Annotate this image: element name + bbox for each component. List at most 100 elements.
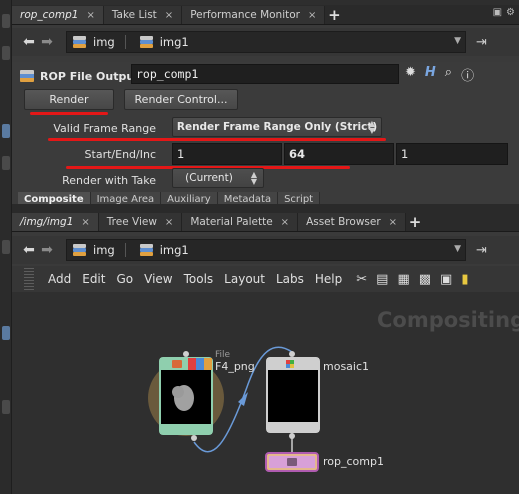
tab-image-area[interactable]: Image Area — [90, 192, 162, 204]
frame-end-field[interactable]: 64 — [284, 143, 394, 165]
menu-tools[interactable]: Tools — [184, 272, 214, 286]
output-connector[interactable] — [289, 433, 295, 439]
shelf-handle[interactable] — [2, 14, 10, 28]
grid-view-icon[interactable]: ▦ — [397, 272, 409, 287]
tab-script[interactable]: Script — [278, 192, 321, 204]
forward-arrow-icon[interactable]: ➡ — [38, 241, 56, 259]
shelf-handle[interactable] — [2, 400, 10, 414]
back-arrow-icon[interactable]: ⬅ — [20, 241, 38, 259]
breadcrumb-node[interactable]: img1 — [115, 35, 189, 49]
menu-edit[interactable]: Edit — [82, 272, 105, 286]
breadcrumb[interactable]: img img1 ▼ — [66, 239, 466, 261]
tab-rop-comp1[interactable]: rop_comp1 × — [12, 6, 104, 24]
network-graph — [148, 346, 320, 472]
input-connector[interactable] — [289, 351, 295, 357]
close-icon[interactable]: × — [389, 217, 397, 228]
tab-metadata[interactable]: Metadata — [217, 192, 279, 204]
rop-node-icon — [20, 70, 34, 82]
help-h-icon[interactable]: H — [425, 65, 436, 84]
valid-frame-range-menu[interactable]: Render Frame Range Only (Strict) ▲ ▼ — [172, 117, 382, 137]
menu-layout[interactable]: Layout — [224, 272, 265, 286]
back-arrow-icon[interactable]: ⬅ — [20, 33, 38, 51]
tab-img-img1[interactable]: /img/img1 × — [12, 213, 99, 231]
mosaic-node-icon — [290, 364, 294, 368]
node-name-field[interactable]: rop_comp1 — [131, 64, 399, 84]
pin-icon[interactable]: ⇥ — [476, 35, 487, 50]
chevron-down-icon[interactable]: ▼ — [454, 36, 461, 46]
shelf-handle[interactable] — [2, 240, 10, 254]
forward-arrow-icon[interactable]: ➡ — [38, 33, 56, 51]
tab-take-list[interactable]: Take List × — [103, 6, 183, 24]
valid-frame-range-label: Valid Frame Range — [53, 122, 156, 135]
menu-view[interactable]: View — [144, 272, 172, 286]
flag-icon — [188, 358, 196, 370]
tab-material-palette[interactable]: Material Palette × — [182, 213, 299, 231]
search-icon[interactable]: ⌕ — [445, 65, 452, 84]
help-icon[interactable]: ⓘ — [461, 65, 474, 84]
close-icon[interactable]: × — [81, 217, 89, 228]
node-f4-png[interactable] — [159, 351, 213, 441]
breadcrumb-context[interactable]: img — [73, 243, 115, 257]
tab-asset-browser[interactable]: Asset Browser × — [298, 213, 407, 231]
wrench-icon[interactable]: ✂ — [356, 272, 367, 287]
tile-view-icon[interactable]: ▩ — [419, 272, 431, 287]
breadcrumb-context[interactable]: img — [73, 35, 115, 49]
tab-auxiliary[interactable]: Auxiliary — [161, 192, 218, 204]
param-folder-tabs: Composite Image Area Auxiliary Metadata … — [18, 192, 321, 204]
pane-tab-bar: rop_comp1 × Take List × Performance Monito… — [12, 5, 519, 25]
render-button[interactable]: Render — [24, 89, 114, 110]
grip-handle[interactable] — [24, 268, 34, 290]
network-menu-bar: Add Edit Go View Tools Layout Labs Help … — [12, 266, 519, 292]
tab-composite[interactable]: Composite — [18, 192, 91, 204]
breadcrumb-label: img — [93, 243, 115, 257]
pane-divider[interactable] — [12, 204, 519, 212]
path-bar: ⬅ ➡ img img1 ▼ ⇥ — [12, 28, 519, 56]
shelf-tool-icon[interactable] — [2, 326, 10, 340]
node-rop-comp1[interactable] — [265, 452, 319, 472]
wire-arrow-icon — [238, 392, 248, 406]
output-connector[interactable] — [191, 435, 197, 441]
menu-go[interactable]: Go — [116, 272, 133, 286]
close-icon[interactable]: × — [165, 217, 173, 228]
shelf-tool-icon[interactable] — [2, 124, 10, 138]
render-with-take-menu[interactable]: (Current) ▲ ▼ — [172, 168, 264, 188]
updown-chevron-icon: ▲ ▼ — [368, 119, 375, 135]
network-path-bar: ⬅ ➡ img img1 ▼ ⇥ — [12, 236, 519, 264]
menu-add[interactable]: Add — [48, 272, 71, 286]
chevron-down-icon[interactable]: ▼ — [454, 244, 461, 254]
display-options-icon[interactable]: ▣ — [440, 272, 452, 287]
breadcrumb[interactable]: img img1 ▼ — [66, 31, 466, 53]
tab-label: Asset Browser — [306, 216, 381, 228]
gear-icon[interactable]: ✹ — [405, 65, 416, 84]
frame-start-field[interactable]: 1 — [172, 143, 282, 165]
tab-label: Material Palette — [190, 216, 273, 228]
pane-options-icon[interactable]: ⚙ — [506, 7, 515, 18]
shelf-handle[interactable] — [2, 46, 10, 60]
network-toolbar-icons: ✂ ▤ ▦ ▩ ▣ ▮ — [356, 272, 468, 287]
add-tab-button[interactable]: + — [325, 6, 343, 24]
mosaic-node-icon — [290, 360, 294, 364]
network-tab-bar: /img/img1 × Tree View × Material Palette × … — [12, 212, 519, 232]
menu-labs[interactable]: Labs — [276, 272, 304, 286]
pane-menu-icon[interactable]: ▣ — [493, 7, 502, 18]
close-icon[interactable]: × — [281, 217, 289, 228]
add-tab-button[interactable]: + — [406, 213, 424, 231]
pin-icon[interactable]: ⇥ — [476, 243, 487, 258]
node-mosaic1[interactable] — [266, 351, 320, 439]
menu-help[interactable]: Help — [315, 272, 342, 286]
frame-inc-field[interactable]: 1 — [396, 143, 508, 165]
breadcrumb-node[interactable]: img1 — [115, 243, 189, 257]
list-view-icon[interactable]: ▤ — [376, 272, 388, 287]
tab-performance-monitor[interactable]: Performance Monitor × — [182, 6, 326, 24]
render-control-button[interactable]: Render Control... — [124, 89, 238, 110]
input-connector[interactable] — [183, 351, 189, 357]
close-icon[interactable]: × — [308, 10, 316, 21]
close-icon[interactable]: × — [86, 10, 94, 21]
close-icon[interactable]: × — [165, 10, 173, 21]
shelf-handle[interactable] — [2, 156, 10, 170]
sticky-note-icon[interactable]: ▮ — [461, 272, 468, 287]
tab-label: Tree View — [106, 216, 157, 228]
image-network-icon — [73, 36, 87, 48]
tab-tree-view[interactable]: Tree View × — [98, 213, 183, 231]
network-canvas[interactable]: Compositing File F4_png mosaic1 rop_comp… — [12, 292, 519, 494]
